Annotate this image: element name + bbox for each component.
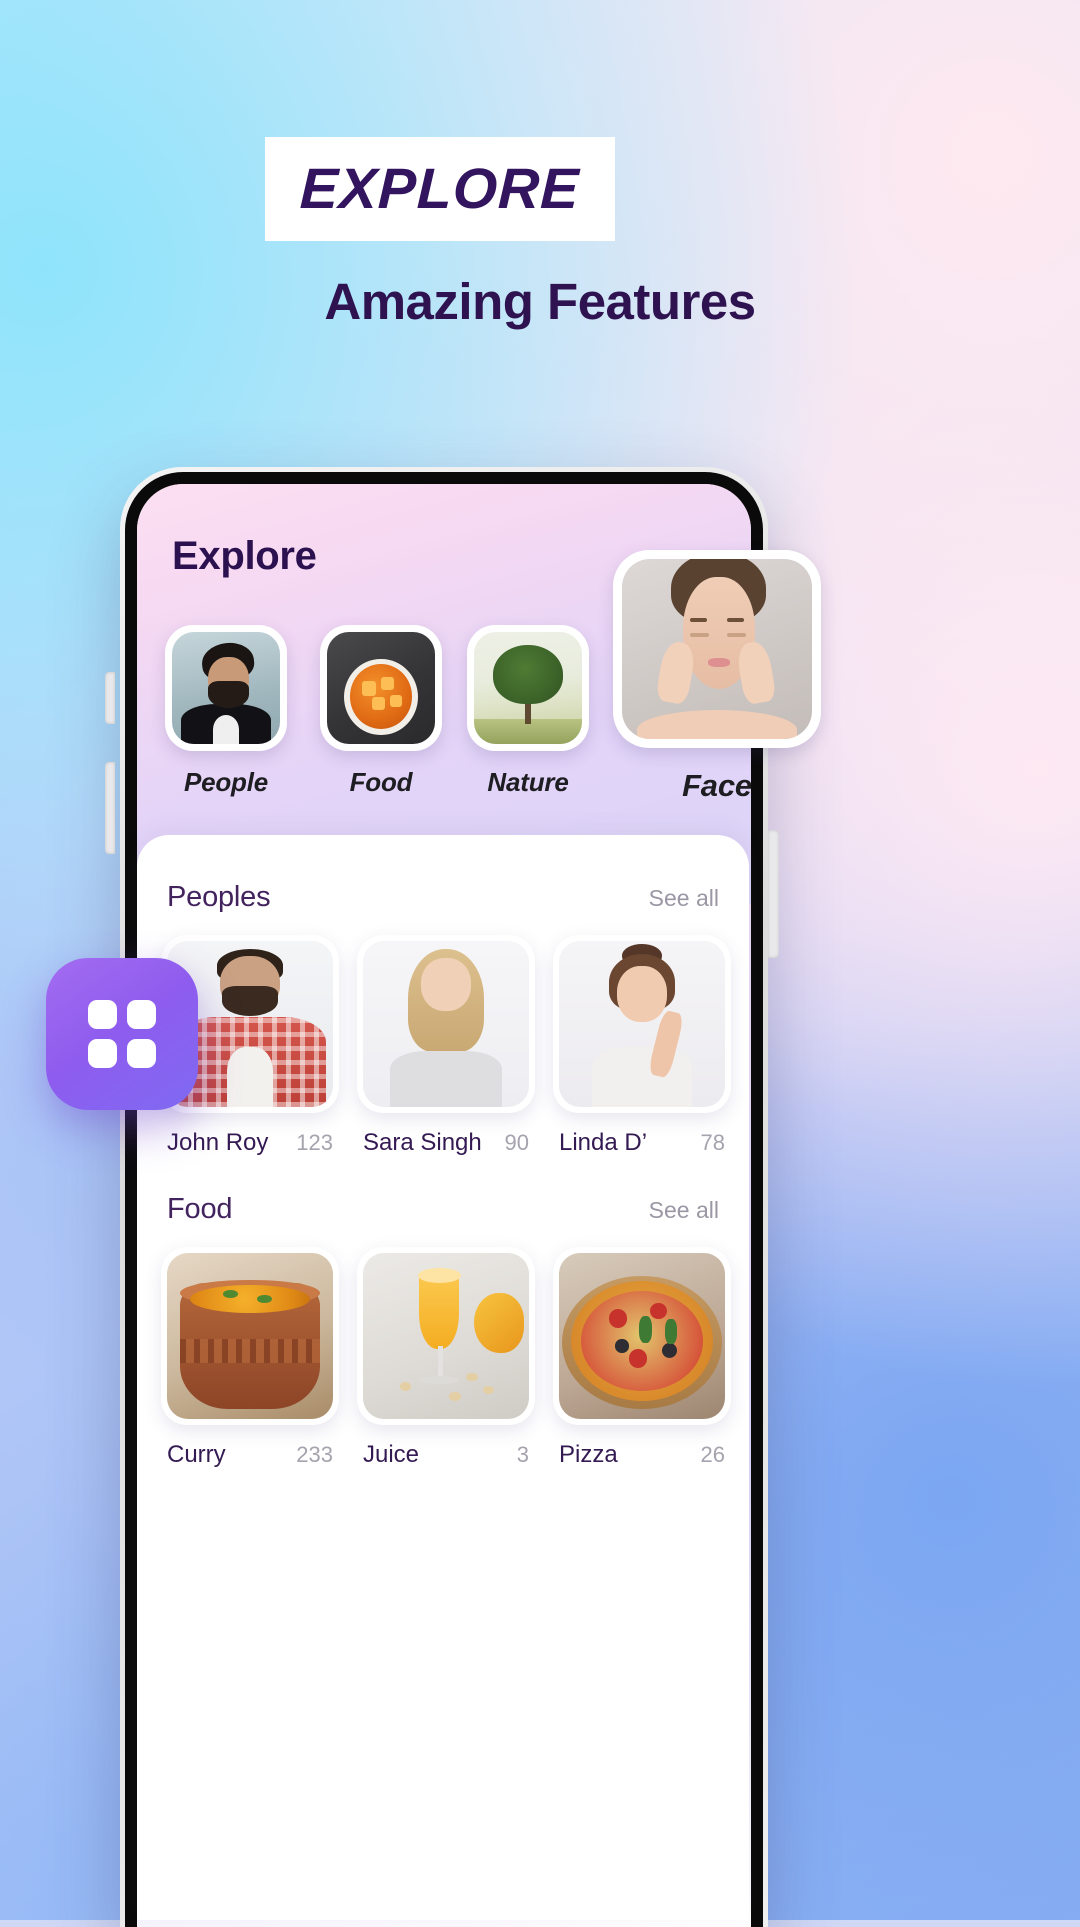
food-name: Curry	[167, 1441, 226, 1468]
person-meta-sara-singh: Sara Singh 90	[357, 1129, 535, 1157]
person-name: Linda D’	[559, 1129, 648, 1156]
app-launcher-icon[interactable]	[46, 958, 198, 1110]
sara-singh-image	[363, 941, 529, 1107]
promo-subtitle: Amazing Features	[324, 273, 756, 330]
linda-d-image	[559, 941, 725, 1107]
juice-image	[363, 1253, 529, 1419]
food-card-juice[interactable]	[357, 1247, 535, 1425]
food-name: Juice	[363, 1441, 420, 1468]
content-sheet: Peoples See all John Roy 123 Sara Singh …	[137, 835, 749, 1920]
category-item-people[interactable]: People	[165, 625, 287, 798]
category-item-food[interactable]: Food	[320, 625, 442, 798]
food-row: Curry 233 Juice 3 Pizza 26	[161, 1247, 739, 1469]
food-count: 233	[296, 1442, 333, 1467]
category-thumb-food[interactable]	[320, 625, 442, 751]
category-thumb-people[interactable]	[165, 625, 287, 751]
category-label-food: Food	[349, 767, 413, 797]
food-card-pizza[interactable]	[553, 1247, 731, 1425]
person-count: 123	[296, 1130, 333, 1155]
category-label-face: Face	[682, 768, 752, 803]
category-item-face[interactable]: Face	[613, 550, 821, 804]
food-count: 26	[700, 1442, 725, 1467]
phone-volume-down-button[interactable]	[105, 762, 115, 854]
section-title-peoples: Peoples	[167, 881, 271, 913]
section-title-food: Food	[167, 1193, 233, 1225]
peoples-row: John Roy 123 Sara Singh 90 Linda D’ 78	[161, 935, 739, 1157]
person-meta-linda-d: Linda D’ 78	[553, 1129, 731, 1157]
see-all-peoples-link[interactable]: See all	[649, 885, 719, 912]
category-label-nature: Nature	[487, 767, 569, 797]
grid-icon	[88, 1000, 156, 1068]
list-item[interactable]: Pizza 26	[553, 1247, 731, 1469]
food-count: 3	[516, 1442, 529, 1467]
list-item[interactable]: Curry 233	[161, 1247, 339, 1469]
person-meta-john-roy: John Roy 123	[161, 1129, 339, 1157]
person-name: John Roy	[167, 1129, 269, 1156]
category-thumb-face[interactable]	[613, 550, 821, 748]
food-name: Pizza	[559, 1441, 618, 1468]
food-card-curry[interactable]	[161, 1247, 339, 1425]
category-label-people: People	[183, 767, 269, 797]
explore-badge: EXPLORE	[265, 137, 615, 241]
pizza-image	[559, 1253, 725, 1419]
list-item[interactable]: Linda D’ 78	[553, 935, 731, 1157]
food-meta-pizza: Pizza 26	[553, 1441, 731, 1469]
person-name: Sara Singh	[363, 1129, 482, 1156]
curry-image	[167, 1253, 333, 1419]
section-header-peoples: Peoples See all	[167, 881, 719, 914]
food-category-image	[327, 632, 435, 744]
see-all-food-link[interactable]: See all	[649, 1197, 719, 1224]
person-card-sara-singh[interactable]	[357, 935, 535, 1113]
category-item-nature[interactable]: Nature	[467, 625, 589, 798]
screen-header-title: Explore	[172, 534, 317, 578]
person-count: 90	[504, 1130, 529, 1155]
phone-volume-up-button[interactable]	[105, 672, 115, 724]
section-header-food: Food See all	[167, 1193, 719, 1226]
face-category-image	[622, 559, 812, 739]
explore-badge-label: EXPLORE	[299, 157, 581, 221]
category-strip: People Food Nature Face	[155, 550, 821, 845]
food-meta-curry: Curry 233	[161, 1441, 339, 1469]
category-thumb-nature[interactable]	[467, 625, 589, 751]
food-meta-juice: Juice 3	[357, 1441, 535, 1469]
nature-category-image	[474, 632, 582, 744]
phone-power-button[interactable]	[768, 830, 779, 958]
list-item[interactable]: Sara Singh 90	[357, 935, 535, 1157]
people-category-image	[172, 632, 280, 744]
list-item[interactable]: Juice 3	[357, 1247, 535, 1469]
person-count: 78	[700, 1130, 725, 1155]
person-card-linda-d[interactable]	[553, 935, 731, 1113]
